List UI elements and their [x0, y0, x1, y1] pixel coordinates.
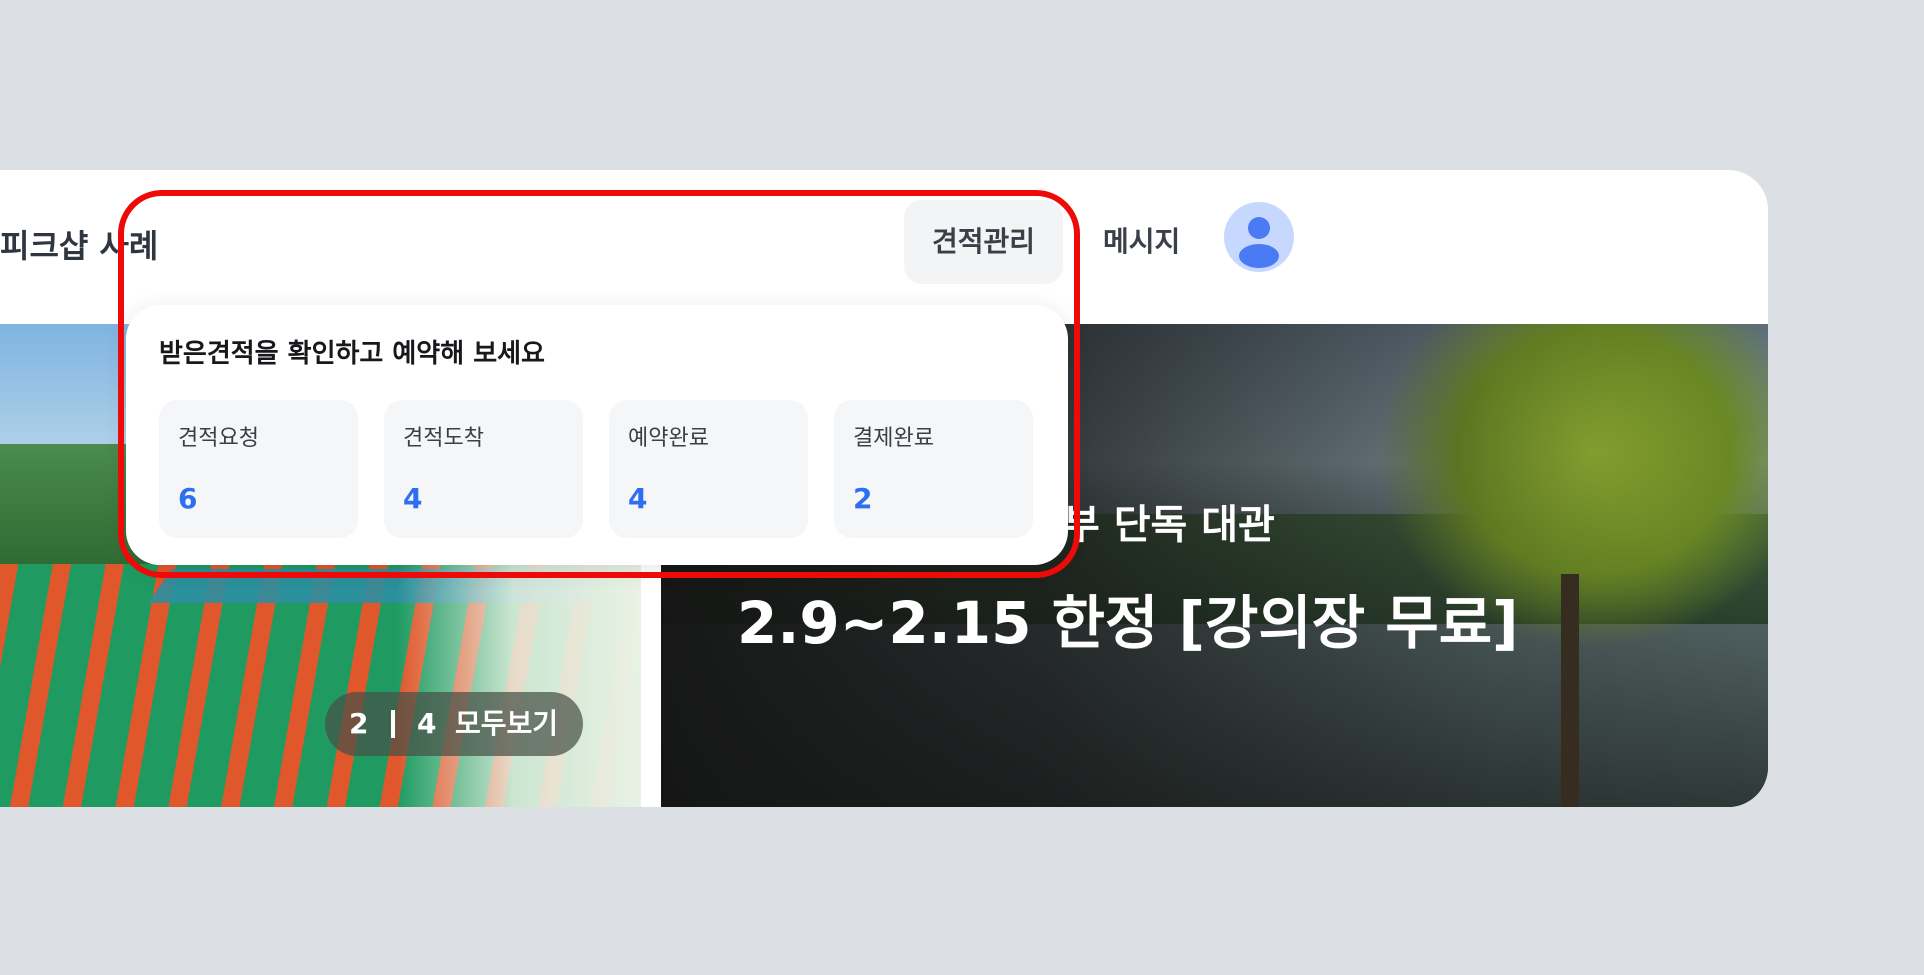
stat-card-quote-arrived[interactable]: 견적도착 4: [384, 400, 583, 538]
banner-pager[interactable]: 2 4 모두보기: [325, 692, 583, 756]
banner-title: 2.9~2.15 한정 [강의장 무료]: [737, 589, 1519, 657]
header: 피크샵 사례 견적관리 메시지: [0, 170, 1768, 324]
stat-label: 예약완료: [628, 426, 709, 451]
pager-current: 2: [349, 707, 369, 740]
stat-card-quote-request[interactable]: 견적요청 6: [159, 400, 358, 538]
nav-messages[interactable]: 메시지: [1075, 200, 1208, 284]
stat-value: 4: [628, 482, 648, 515]
stat-label: 결제완료: [853, 426, 934, 451]
pager-total: 4: [417, 707, 437, 740]
brand-name[interactable]: 피크샵 사례: [0, 218, 158, 274]
stat-card-booking-complete[interactable]: 예약완료 4: [609, 400, 808, 538]
quote-dropdown: 받은견적을 확인하고 예약해 보세요 견적요청 6 견적도착 4 예약완료 4 …: [126, 305, 1068, 565]
stat-value: 6: [178, 482, 198, 515]
stat-label: 견적도착: [403, 426, 484, 451]
pager-view-all[interactable]: 모두보기: [455, 692, 558, 756]
stat-label: 견적요청: [178, 426, 259, 451]
pager-separator: [391, 710, 395, 738]
stat-card-payment-complete[interactable]: 결제완료 2: [834, 400, 1033, 538]
user-avatar-icon[interactable]: [1224, 202, 1294, 272]
nav-quote-manage[interactable]: 견적관리: [904, 200, 1064, 284]
stat-value: 2: [853, 482, 873, 515]
stat-value: 4: [403, 482, 423, 515]
banner-subtitle: 부 단독 대관: [1063, 502, 1275, 548]
quote-dropdown-title: 받은견적을 확인하고 예약해 보세요: [159, 339, 545, 369]
